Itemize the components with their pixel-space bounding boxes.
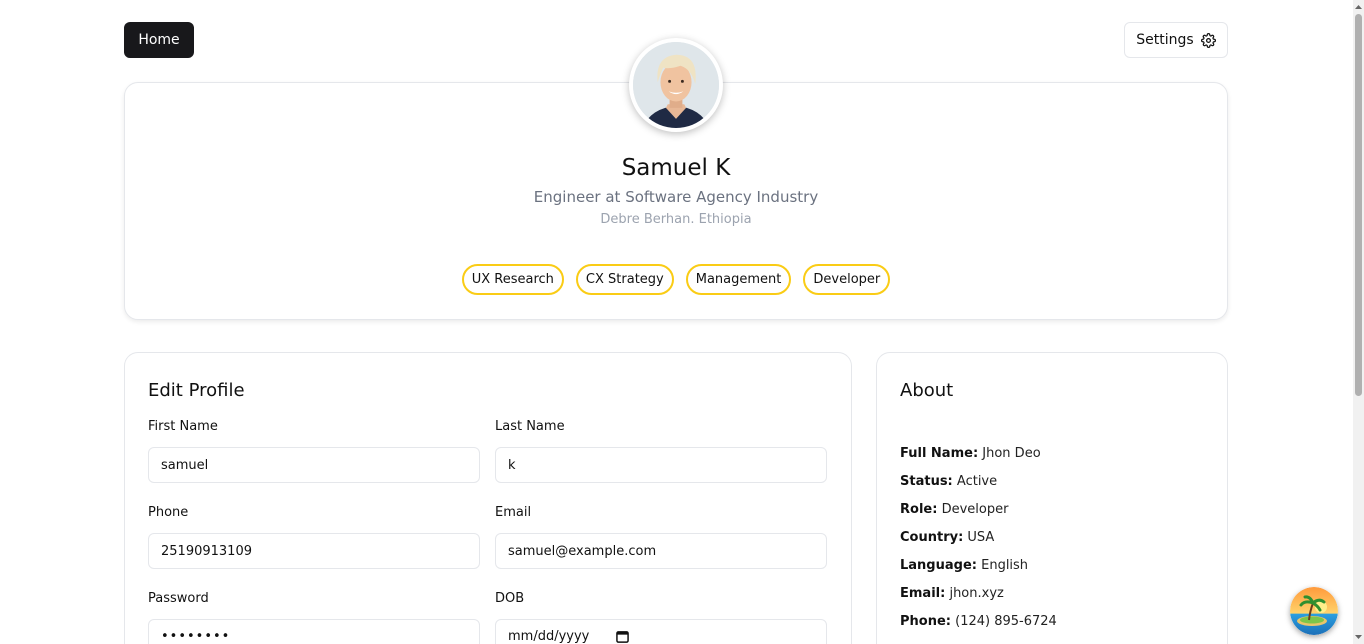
about-value: Developer (941, 502, 1009, 517)
last-name-label: Last Name (495, 419, 565, 434)
about-value: USA (967, 530, 995, 545)
floating-action-button[interactable] (1290, 587, 1338, 635)
about-key: Email: (900, 586, 946, 601)
phone-input[interactable] (148, 533, 480, 569)
dob-label: DOB (495, 591, 525, 606)
about-value: jhon.xyz (949, 586, 1004, 601)
about-value: Jhon Deo (982, 446, 1041, 461)
about-value: (124) 895-6724 (955, 614, 1057, 629)
dob-input[interactable]: mm/dd/yyyy (495, 619, 827, 644)
about-value: English (981, 558, 1029, 573)
password-input[interactable]: •••••••• (148, 619, 480, 644)
about-row-status: Status: Active (900, 474, 997, 489)
first-name-label: First Name (148, 419, 218, 434)
about-row-phone: Phone: (124) 895-6724 (900, 614, 1057, 629)
scroll-up-icon[interactable] (1355, 2, 1362, 12)
about-key: Language: (900, 558, 977, 573)
home-button[interactable]: Home (124, 22, 194, 58)
edit-profile-heading: Edit Profile (148, 380, 245, 401)
email-label: Email (495, 505, 532, 520)
password-label: Password (148, 591, 209, 606)
about-row-role: Role: Developer (900, 502, 1008, 517)
tag-ux-research: UX Research (461, 264, 564, 295)
avatar (629, 38, 723, 132)
about-row-email: Email: jhon.xyz (900, 586, 1004, 601)
about-row-full-name: Full Name: Jhon Deo (900, 446, 1041, 461)
tag-developer: Developer (803, 264, 891, 295)
scrollbar-thumb[interactable] (1355, 14, 1362, 396)
about-key: Status: (900, 474, 953, 489)
gear-icon (1200, 32, 1216, 48)
about-value: Active (956, 474, 998, 489)
settings-label: Settings (1136, 32, 1194, 48)
dob-placeholder: mm/dd/yyyy (508, 629, 590, 644)
scroll-down-icon[interactable] (1355, 632, 1362, 642)
phone-label: Phone (148, 505, 189, 520)
about-row-country: Country: USA (900, 530, 994, 545)
about-key: Full Name: (900, 446, 979, 461)
calendar-icon[interactable] (616, 630, 629, 643)
profile-title: Engineer at Software Agency Industry (533, 188, 819, 206)
settings-button[interactable]: Settings (1124, 22, 1228, 58)
profile-name: Samuel K (621, 155, 731, 181)
about-key: Country: (900, 530, 964, 545)
about-heading: About (900, 380, 954, 401)
about-key: Role: (900, 502, 938, 517)
profile-location: Debre Berhan. Ethiopia (600, 212, 752, 227)
about-key: Phone: (900, 614, 951, 629)
email-input[interactable] (495, 533, 827, 569)
tag-cx-strategy: CX Strategy (575, 264, 674, 295)
tag-management: Management (685, 264, 792, 295)
island-icon (1290, 587, 1338, 635)
last-name-input[interactable] (495, 447, 827, 483)
about-row-language: Language: English (900, 558, 1028, 573)
first-name-input[interactable] (148, 447, 480, 483)
tag-list: UX Research CX Strategy Management Devel… (124, 264, 1228, 295)
